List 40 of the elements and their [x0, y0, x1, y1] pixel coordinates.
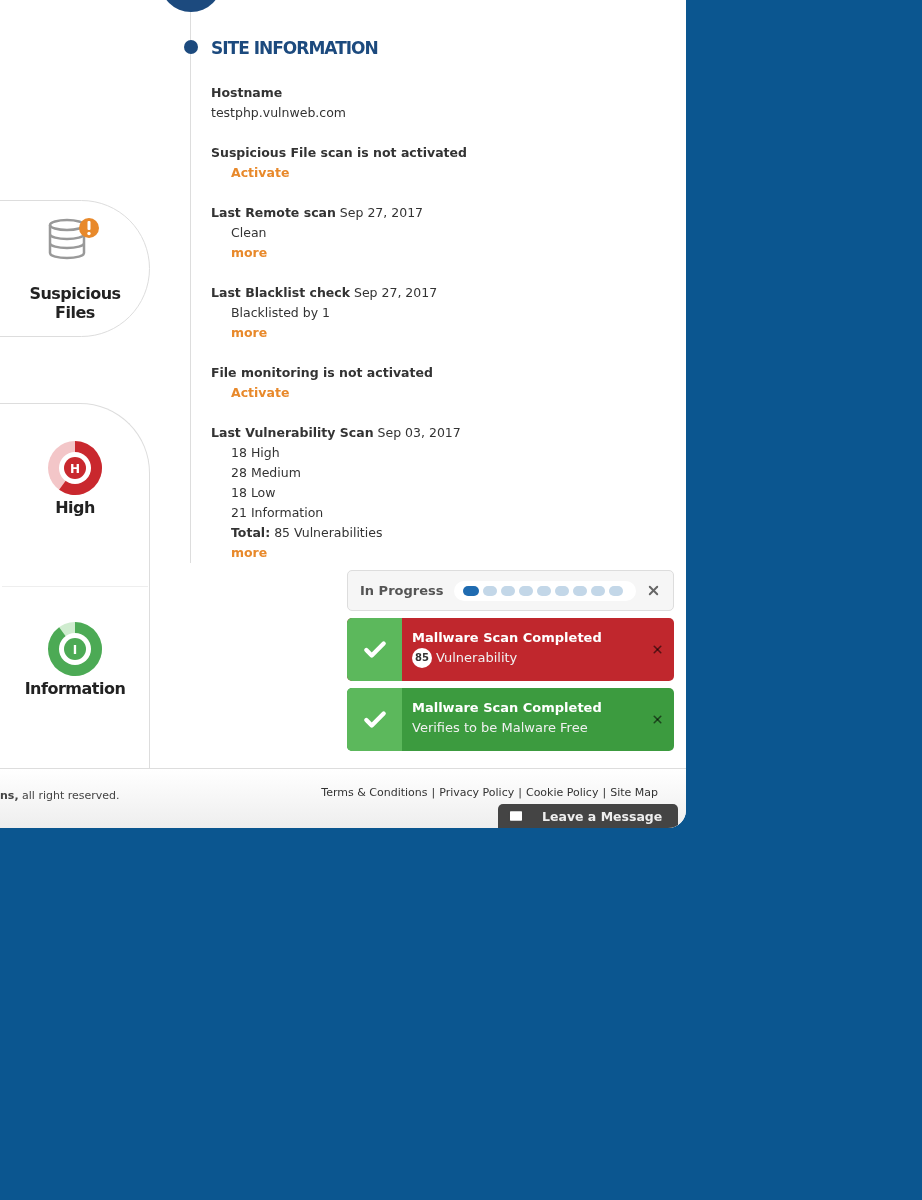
- close-button[interactable]: [651, 643, 664, 656]
- info-text: 18 High: [230, 444, 281, 462]
- footer-link[interactable]: Privacy Policy: [439, 786, 515, 800]
- footer-link[interactable]: Site Map: [610, 786, 658, 800]
- severity-label: Information: [24, 679, 126, 698]
- footer-link[interactable]: Terms & Conditions: [321, 786, 428, 800]
- info-heading: Hostname: [211, 84, 284, 102]
- notification-title: Mallware Scan Completed: [412, 629, 602, 647]
- section-title: SITE INFORMATION: [211, 37, 379, 59]
- close-button[interactable]: [651, 713, 664, 726]
- count-badge: 85: [412, 648, 432, 668]
- notification-text: Verifies to be Malware Free: [412, 719, 588, 737]
- close-button[interactable]: [646, 583, 661, 598]
- link-separator: |: [431, 786, 436, 800]
- high-severity-icon: H: [47, 440, 103, 496]
- notification-title: Mallware Scan Completed: [412, 699, 602, 717]
- link-separator: |: [518, 786, 522, 800]
- info-text: Blacklisted by 1: [230, 304, 332, 322]
- info-heading: Suspicious File scan is not activated: [211, 144, 468, 162]
- suspicious-files-card[interactable]: Suspicious Files: [0, 200, 150, 337]
- card-label: Suspicious Files: [28, 283, 122, 322]
- info-text: 28 Medium: [230, 464, 302, 482]
- severity-label: High: [55, 498, 95, 517]
- leave-message-button[interactable]: Leave a Message: [498, 804, 678, 828]
- info-heading: File monitoring is not activated: [211, 364, 434, 382]
- notification-text: Vulnerability: [436, 649, 518, 667]
- info-text: 21 Information: [230, 504, 325, 522]
- timeline-dot: [184, 40, 198, 54]
- info-severity-icon: I: [47, 621, 103, 677]
- copyright-text: ns, all right reserved.: [0, 789, 120, 803]
- info-text: Total: 85 Vulnerabilities: [230, 524, 384, 542]
- info-text: Clean: [230, 224, 268, 242]
- footer-link[interactable]: Cookie Policy: [525, 786, 599, 800]
- info-heading: Last Blacklist check Sep 27, 2017: [211, 284, 439, 302]
- info-heading: Last Vulnerability Scan Sep 03, 2017: [211, 424, 462, 442]
- link-separator: |: [602, 786, 607, 800]
- info-text: 18 Low: [230, 484, 277, 502]
- info-heading: Last Remote scan Sep 27, 2017: [211, 204, 425, 222]
- info-value: testphp.vulnweb.com: [211, 104, 347, 122]
- progress-label: In Progress: [360, 583, 444, 598]
